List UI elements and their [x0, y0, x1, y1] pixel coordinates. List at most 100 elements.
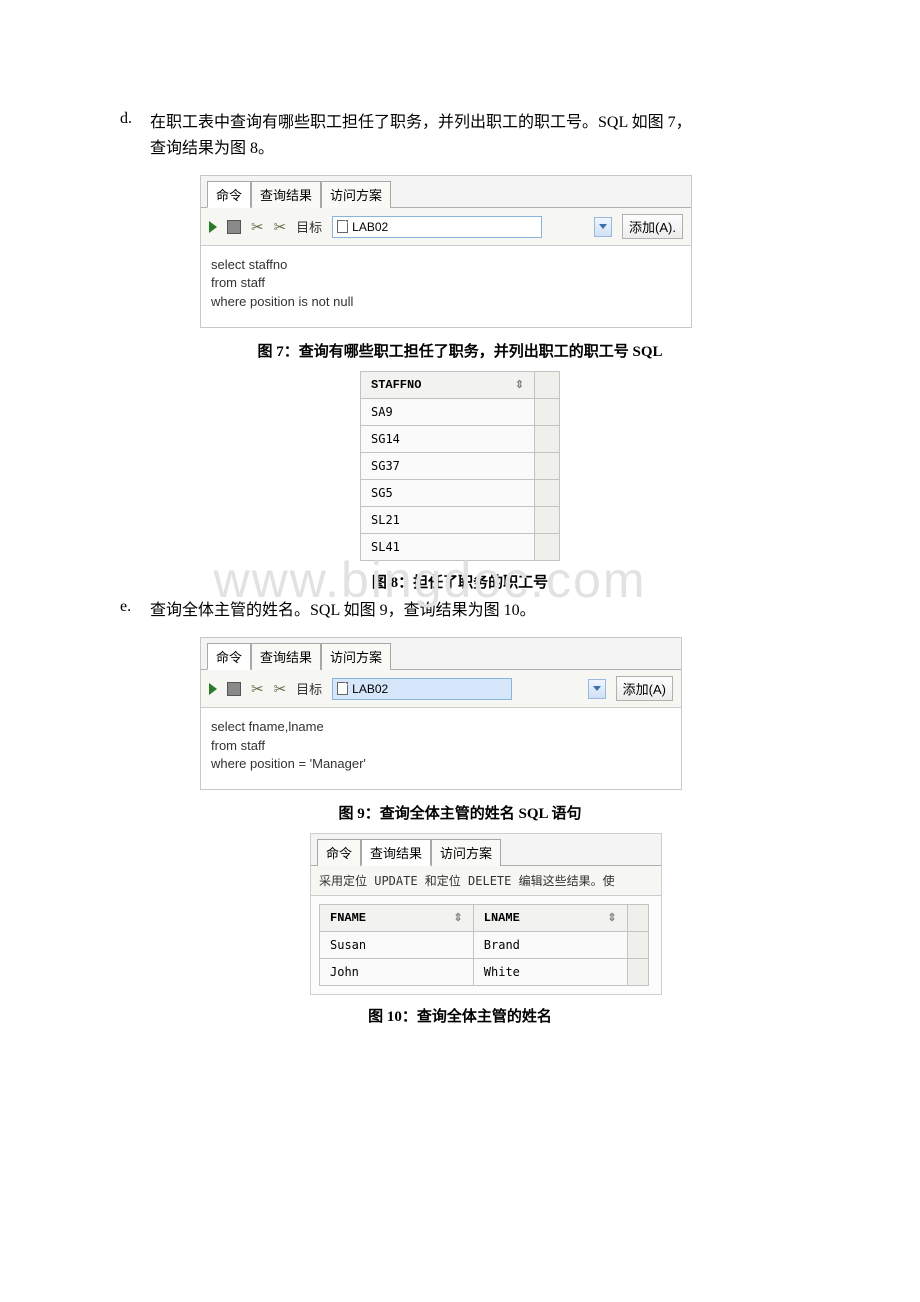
item-d-line1: 在职工表中查询有哪些职工担任了职务，并列出职工的职工号。SQL 如图 7， — [150, 114, 692, 131]
caption9-suffix: SQL 语句 — [519, 806, 582, 822]
tab-command[interactable]: 命令 — [207, 181, 251, 208]
tab-result[interactable]: 查询结果 — [251, 643, 321, 670]
table8-cell[interactable]: SL41 — [361, 533, 535, 560]
tab-row-7: 命令 查询结果 访问方案 — [201, 176, 691, 208]
caption8-prefix: 图 8： — [372, 575, 413, 591]
table8-wrapper: STAFFNO ⇕ SA9 SG14 SG37 SG5 SL21 SL41 ww… — [120, 371, 800, 561]
caption-7: 图 7：查询有哪些职工担任了职务，并列出职工的职工号 SQL — [120, 340, 800, 361]
tab-result[interactable]: 查询结果 — [251, 181, 321, 208]
tab-plan[interactable]: 访问方案 — [321, 643, 391, 670]
target-value: LAB02 — [352, 220, 388, 234]
table10-h2-text: LNAME — [484, 911, 520, 925]
sql9-l1: select fname,lname — [211, 718, 671, 736]
document-icon — [337, 220, 348, 233]
table8-tail — [535, 425, 560, 452]
result-panel-10: 命令 查询结果 访问方案 采用定位 UPDATE 和定位 DELETE 编辑这些… — [310, 833, 662, 995]
caption-8: 图 8：担任了职务的职工号 — [120, 571, 800, 592]
table8-tail — [535, 398, 560, 425]
caption9-prefix: 图 9： — [339, 806, 380, 822]
sql-panel-7: 命令 查询结果 访问方案 ✂ ✂ 目标 LAB02 添加(A). select … — [200, 175, 692, 328]
table10-cell[interactable]: White — [473, 958, 627, 985]
caption10-prefix: 图 10： — [368, 1009, 417, 1025]
sql-text-7[interactable]: select staffno from staff where position… — [201, 246, 691, 327]
tab-result[interactable]: 查询结果 — [361, 839, 431, 866]
tab-command[interactable]: 命令 — [317, 839, 361, 866]
target-value: LAB02 — [352, 682, 388, 696]
list-item-d: d. 在职工表中查询有哪些职工担任了职务，并列出职工的职工号。SQL 如图 7，… — [120, 110, 800, 161]
tab-row-9: 命令 查询结果 访问方案 — [201, 638, 681, 670]
table8-header[interactable]: STAFFNO ⇕ — [361, 371, 535, 398]
tab-plan[interactable]: 访问方案 — [431, 839, 501, 866]
stop-icon[interactable] — [227, 220, 241, 234]
stop-icon[interactable] — [227, 682, 241, 696]
caption9-text: 查询全体主管的姓名 — [380, 806, 519, 822]
chevron-down-icon — [593, 686, 601, 691]
tab-plan[interactable]: 访问方案 — [321, 181, 391, 208]
sql9-l2: from staff — [211, 737, 671, 755]
table8-tail — [535, 479, 560, 506]
table8-header-text: STAFFNO — [371, 378, 421, 392]
toolbar-7: ✂ ✂ 目标 LAB02 添加(A). — [201, 208, 691, 246]
sql-text-9[interactable]: select fname,lname from staff where posi… — [201, 708, 681, 789]
item-text-d: 在职工表中查询有哪些职工担任了职务，并列出职工的职工号。SQL 如图 7， 查询… — [150, 110, 800, 161]
target-combo[interactable]: LAB02 — [332, 678, 512, 700]
item-d-line2: 查询结果为图 8。 — [150, 140, 274, 157]
table8-tail — [535, 452, 560, 479]
tab-row-10: 命令 查询结果 访问方案 — [311, 834, 661, 866]
sort-icon[interactable]: ⇕ — [515, 378, 524, 391]
table10-tail — [627, 931, 648, 958]
table8-cell[interactable]: SG37 — [361, 452, 535, 479]
list-item-e: e. 查询全体主管的姓名。SQL 如图 9，查询结果为图 10。 — [120, 598, 800, 624]
table8-cell[interactable]: SL21 — [361, 506, 535, 533]
sql-panel-9: 命令 查询结果 访问方案 ✂ ✂ 目标 LAB02 添加(A) select f… — [200, 637, 682, 790]
table10-cell[interactable]: John — [320, 958, 474, 985]
sql7-l3: where position is not null — [211, 293, 681, 311]
tool-icon-2[interactable]: ✂ — [274, 680, 287, 698]
table8-tail — [535, 506, 560, 533]
table8-cell[interactable]: SG14 — [361, 425, 535, 452]
document-icon — [337, 682, 348, 695]
sort-icon[interactable]: ⇕ — [454, 911, 463, 924]
table10-cell[interactable]: Susan — [320, 931, 474, 958]
tool-icon-1[interactable]: ✂ — [251, 218, 264, 236]
chevron-down-icon — [599, 224, 607, 229]
caption10-text: 查询全体主管的姓名 — [417, 1009, 552, 1025]
target-combo[interactable]: LAB02 — [332, 216, 542, 238]
tool-icon-1[interactable]: ✂ — [251, 680, 264, 698]
hint-row: 采用定位 UPDATE 和定位 DELETE 编辑这些结果。使 — [311, 866, 661, 896]
table8-cell[interactable]: SG5 — [361, 479, 535, 506]
add-button[interactable]: 添加(A). — [622, 214, 683, 239]
table8-cell[interactable]: SA9 — [361, 398, 535, 425]
table10-header-tail — [627, 904, 648, 931]
sort-icon[interactable]: ⇕ — [607, 911, 616, 924]
table10-h1[interactable]: FNAME ⇕ — [320, 904, 474, 931]
run-icon[interactable] — [209, 683, 217, 695]
caption-10: 图 10：查询全体主管的姓名 — [120, 1005, 800, 1026]
item-text-e: 查询全体主管的姓名。SQL 如图 9，查询结果为图 10。 — [150, 598, 800, 624]
table10-tail — [627, 958, 648, 985]
result-table-10: FNAME ⇕ LNAME ⇕ Susan Brand John White — [319, 904, 649, 986]
toolbar-9: ✂ ✂ 目标 LAB02 添加(A) — [201, 670, 681, 708]
tab-command[interactable]: 命令 — [207, 643, 251, 670]
item-marker-e: e. — [120, 598, 150, 616]
caption7-text: 查询有哪些职工担任了职务，并列出职工的职工号 — [299, 344, 633, 360]
table10-h1-text: FNAME — [330, 911, 366, 925]
item-marker-d: d. — [120, 110, 150, 128]
caption8-text: 担任了职务的职工号 — [413, 575, 548, 591]
combo-dropdown-button[interactable] — [588, 679, 606, 699]
table8-header-tail — [535, 371, 560, 398]
add-button[interactable]: 添加(A) — [616, 676, 673, 701]
target-label: 目标 — [296, 679, 322, 698]
table10-h2[interactable]: LNAME ⇕ — [473, 904, 627, 931]
sql7-l1: select staffno — [211, 256, 681, 274]
sql9-l3: where position = 'Manager' — [211, 755, 671, 773]
caption7-suffix: SQL — [633, 344, 663, 360]
table8-tail — [535, 533, 560, 560]
caption-9: 图 9：查询全体主管的姓名 SQL 语句 — [120, 802, 800, 823]
combo-dropdown-button[interactable] — [594, 217, 612, 237]
tool-icon-2[interactable]: ✂ — [274, 218, 287, 236]
sql7-l2: from staff — [211, 274, 681, 292]
target-label: 目标 — [296, 217, 322, 236]
table10-cell[interactable]: Brand — [473, 931, 627, 958]
run-icon[interactable] — [209, 221, 217, 233]
